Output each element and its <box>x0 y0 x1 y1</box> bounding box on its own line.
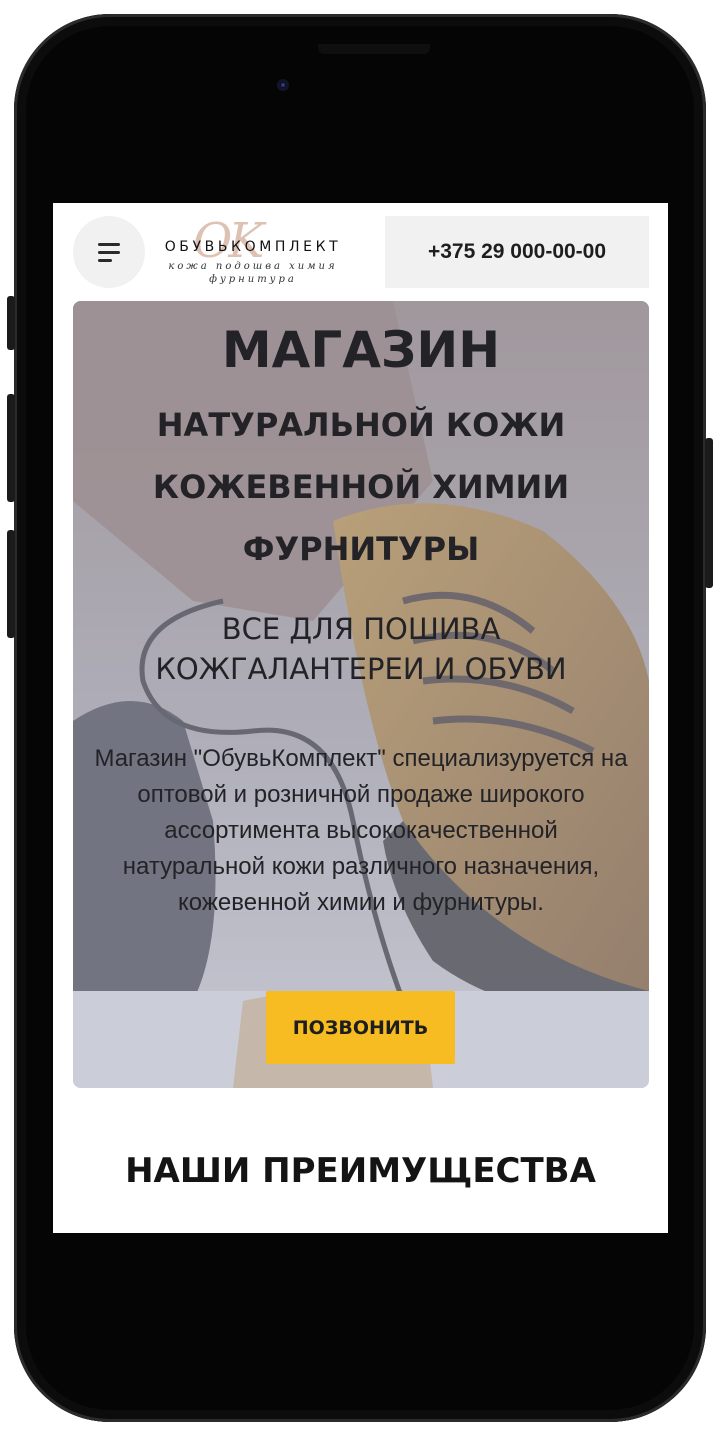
call-button[interactable]: ПОЗВОНИТЬ <box>266 991 455 1064</box>
phone-frame: OK ОБУВЬКОМПЛЕКТ кожа подошва химия фурн… <box>7 14 713 1422</box>
logo-tagline: кожа подошва химия <box>168 261 338 272</box>
hero-title: МАГАЗИН <box>221 321 501 379</box>
front-camera <box>277 79 289 91</box>
hero-banner: МАГАЗИН НАТУРАЛЬНОЙ КОЖИ КОЖЕВЕННОЙ ХИМИ… <box>73 301 649 1088</box>
phone-number-button[interactable]: +375 29 000-00-00 <box>385 216 649 288</box>
logo-tagline-2: фурнитура <box>209 274 297 285</box>
speaker-grille <box>318 44 430 54</box>
advantages-title: НАШИ ПРЕИМУЩЕСТВА <box>125 1151 596 1191</box>
screen: OK ОБУВЬКОМПЛЕКТ кожа подошва химия фурн… <box>53 203 668 1233</box>
hero-subtitle-line-2: КОЖЕВЕННОЙ ХИМИИ <box>152 468 570 506</box>
hero-description: Магазин "ОбувьКомплект" специализуруется… <box>94 745 628 916</box>
site-logo[interactable]: OK ОБУВЬКОМПЛЕКТ кожа подошва химия фурн… <box>153 213 353 289</box>
volume-down-button <box>7 530 15 638</box>
hero-subtitle-line-3: ФУРНИТУРЫ <box>242 530 480 568</box>
mute-switch <box>7 296 15 350</box>
power-button <box>705 438 713 588</box>
volume-up-button <box>7 394 15 502</box>
hero-tagline-line-1: ВСЕ ДЛЯ ПОШИВА <box>221 612 501 646</box>
hero-tagline-line-2: КОЖГАЛАНТЕРЕИ И ОБУВИ <box>155 652 567 686</box>
hero-subtitle-line-1: НАТУРАЛЬНОЙ КОЖИ <box>156 406 566 444</box>
menu-button[interactable] <box>73 216 145 288</box>
logo-name: ОБУВЬКОМПЛЕКТ <box>164 239 342 255</box>
